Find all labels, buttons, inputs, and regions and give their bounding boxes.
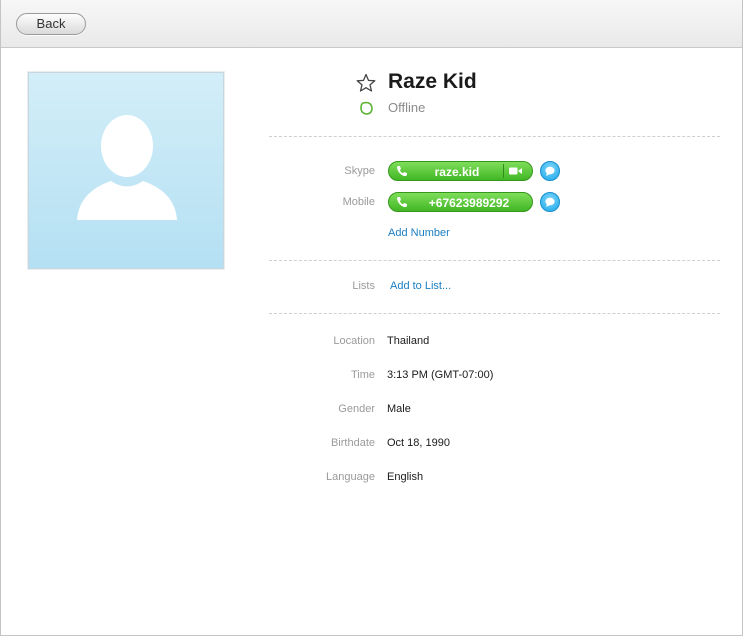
pill-separator — [503, 164, 504, 178]
back-button[interactable]: Back — [16, 13, 86, 35]
time-value: 3:13 PM (GMT-07:00) — [387, 369, 494, 381]
skype-call-button[interactable]: raze.kid — [388, 161, 533, 181]
birthdate-value: Oct 18, 1990 — [387, 437, 450, 449]
phone-icon — [396, 166, 407, 177]
mobile-label: Mobile — [342, 196, 375, 208]
skype-chat-button[interactable] — [540, 161, 560, 181]
add-to-list-link[interactable]: Add to List... — [390, 280, 451, 292]
location-value: Thailand — [387, 335, 430, 347]
avatar — [28, 72, 224, 269]
avatar-placeholder-icon — [77, 115, 177, 220]
language-label: Language — [326, 471, 375, 483]
top-toolbar: Back — [1, 0, 742, 48]
chat-icon — [545, 166, 555, 176]
contact-profile-window: Back Raze Kid Offline Skype raze.kid Mob… — [0, 0, 743, 636]
phone-icon — [396, 197, 407, 208]
skype-label: Skype — [344, 165, 375, 177]
star-icon[interactable] — [356, 73, 376, 93]
lists-label: Lists — [352, 280, 375, 292]
gender-value: Male — [387, 403, 411, 415]
divider — [269, 313, 720, 314]
location-label: Location — [333, 335, 375, 347]
status-icon — [360, 101, 373, 115]
divider — [269, 260, 720, 261]
add-number-link[interactable]: Add Number — [388, 227, 450, 239]
skype-name: raze.kid — [434, 165, 480, 179]
time-label: Time — [350, 369, 375, 381]
status-text: Offline — [388, 100, 426, 115]
video-icon[interactable] — [509, 166, 523, 176]
mobile-number: +67623989292 — [428, 196, 510, 210]
mobile-call-button[interactable]: +67623989292 — [388, 192, 533, 212]
mobile-sms-button[interactable] — [540, 192, 560, 212]
chat-icon — [545, 197, 555, 207]
language-value: English — [387, 471, 424, 483]
contact-name: Raze Kid — [388, 70, 477, 93]
gender-label: Gender — [338, 403, 375, 415]
divider — [269, 136, 720, 137]
birthdate-label: Birthdate — [330, 437, 375, 449]
